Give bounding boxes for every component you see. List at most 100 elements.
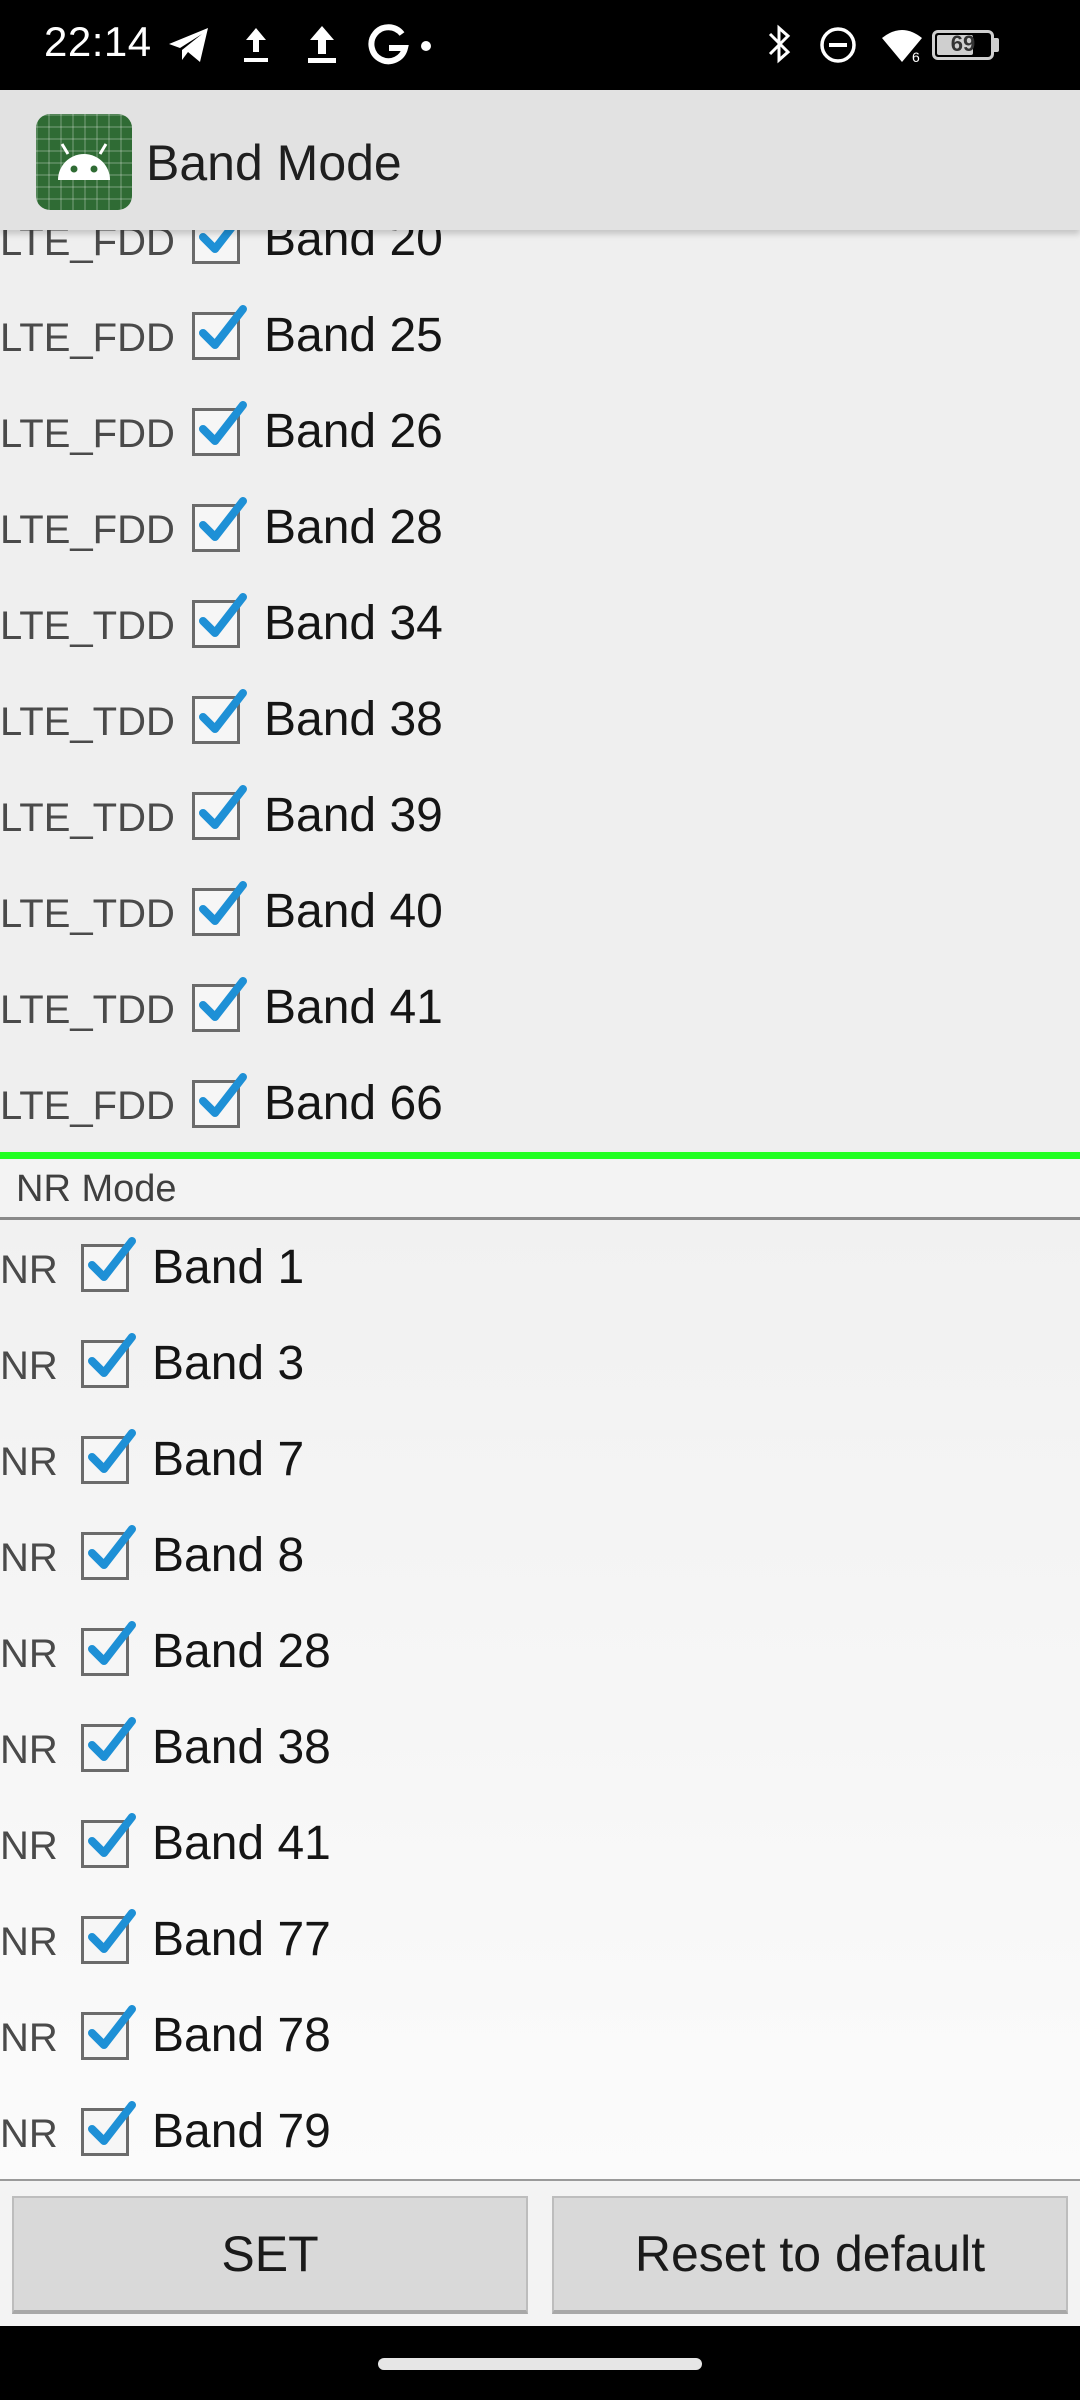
list-item: LTE_FDD Band 26 (0, 386, 1080, 482)
band-label: Band 28 (152, 1625, 331, 1678)
checkmark-icon (199, 401, 247, 445)
band-label: Band 7 (152, 1433, 305, 1486)
navigation-bar (0, 2326, 1080, 2400)
band-checkbox[interactable] (192, 401, 247, 456)
band-checkbox[interactable] (81, 2005, 136, 2060)
band-label: Band 8 (152, 1529, 305, 1582)
checkmark-icon (199, 785, 247, 829)
set-button[interactable]: SET (12, 2196, 528, 2314)
band-checkbox[interactable] (81, 1429, 136, 1484)
band-label: Band 41 (264, 981, 443, 1034)
band-type-label: NR (0, 1536, 58, 1580)
status-bar: 22:14 6 69 (0, 0, 1080, 90)
band-type-label: LTE_FDD (0, 1084, 175, 1128)
band-type-label: LTE_TDD (0, 796, 175, 840)
band-checkbox[interactable] (192, 881, 247, 936)
band-label: Band 26 (264, 405, 443, 458)
band-label: Band 34 (264, 597, 443, 650)
app-title: Band Mode (146, 135, 402, 191)
checkmark-icon (199, 977, 247, 1021)
nr-section-title: NR Mode (16, 1168, 177, 1210)
bluetooth-icon (768, 24, 791, 64)
list-bottom-divider (0, 2179, 1080, 2181)
list-item: LTE_TDD Band 40 (0, 866, 1080, 962)
band-checkbox[interactable] (192, 785, 247, 840)
band-checkbox[interactable] (81, 1525, 136, 1580)
google-icon (368, 24, 409, 65)
band-checkbox[interactable] (81, 1333, 136, 1388)
list-item: LTE_TDD Band 39 (0, 770, 1080, 866)
list-item: NR Band 1 (0, 1222, 1080, 1318)
band-checkbox[interactable] (81, 1237, 136, 1292)
band-label: Band 41 (152, 1817, 331, 1870)
checkmark-icon (88, 1717, 136, 1761)
band-label: Band 77 (152, 1913, 331, 1966)
band-label: Band 25 (264, 309, 443, 362)
list-item: NR Band 79 (0, 2086, 1080, 2182)
list-item: LTE_TDD Band 41 (0, 962, 1080, 1058)
list-item: NR Band 7 (0, 1414, 1080, 1510)
band-label: Band 39 (264, 789, 443, 842)
android-icon (36, 114, 132, 210)
band-type-label: NR (0, 2016, 58, 2060)
checkmark-icon (88, 1813, 136, 1857)
band-type-label: NR (0, 1824, 58, 1868)
battery-icon: 69 (932, 30, 994, 60)
screen: 22:14 6 69 Band Mode LTE_FDD Band 20 LTE… (0, 0, 1080, 2400)
checkmark-icon (88, 1429, 136, 1473)
checkmark-icon (88, 2005, 136, 2049)
checkmark-icon (88, 1237, 136, 1281)
battery-level: 69 (950, 31, 976, 56)
list-item: NR Band 77 (0, 1894, 1080, 1990)
app-bar: Band Mode (0, 90, 1080, 230)
band-checkbox[interactable] (192, 593, 247, 648)
band-type-label: LTE_FDD (0, 412, 175, 456)
do-not-disturb-icon (820, 27, 856, 63)
reset-to-default-button[interactable]: Reset to default (552, 2196, 1068, 2314)
list-item: NR Band 28 (0, 1606, 1080, 1702)
checkmark-icon (199, 881, 247, 925)
checkmark-icon (88, 1525, 136, 1569)
band-checkbox[interactable] (81, 1621, 136, 1676)
svg-text:6: 6 (912, 49, 920, 65)
battery-nub (994, 38, 999, 52)
checkmark-icon (199, 689, 247, 733)
list-item: LTE_TDD Band 38 (0, 674, 1080, 770)
band-type-label: NR (0, 1344, 58, 1388)
list-item: NR Band 38 (0, 1702, 1080, 1798)
band-checkbox[interactable] (81, 1909, 136, 1964)
band-type-label: LTE_TDD (0, 892, 175, 936)
band-type-label: NR (0, 1440, 58, 1484)
band-checkbox[interactable] (81, 1813, 136, 1868)
home-gesture-handle[interactable] (378, 2358, 702, 2370)
band-type-label: LTE_FDD (0, 316, 175, 360)
band-type-label: NR (0, 1632, 58, 1676)
band-label: Band 3 (152, 1337, 305, 1390)
checkmark-icon (88, 2101, 136, 2145)
band-checkbox[interactable] (192, 689, 247, 744)
band-checkbox[interactable] (192, 977, 247, 1032)
band-type-label: LTE_FDD (0, 508, 175, 552)
checkmark-icon (88, 1621, 136, 1665)
band-type-label: LTE_TDD (0, 988, 175, 1032)
upload-done-icon (244, 28, 268, 62)
band-checkbox[interactable] (192, 497, 247, 552)
checkmark-icon (199, 497, 247, 541)
band-type-label: NR (0, 1920, 58, 1964)
band-type-label: NR (0, 2112, 58, 2156)
band-checkbox[interactable] (81, 2101, 136, 2156)
band-checkbox[interactable] (81, 1717, 136, 1772)
checkmark-icon (88, 1909, 136, 1953)
wifi-icon: 6 (882, 30, 922, 65)
band-label: Band 79 (152, 2105, 331, 2158)
band-checkbox[interactable] (192, 305, 247, 360)
section-divider (0, 1152, 1080, 1159)
band-type-label: NR (0, 1728, 58, 1772)
status-time: 22:14 (44, 18, 152, 65)
checkmark-icon (199, 305, 247, 349)
band-label: Band 38 (152, 1721, 331, 1774)
band-checkbox[interactable] (192, 1073, 247, 1128)
checkmark-icon (88, 1333, 136, 1377)
list-item: LTE_FDD Band 66 (0, 1058, 1080, 1154)
list-item: LTE_FDD Band 25 (0, 290, 1080, 386)
